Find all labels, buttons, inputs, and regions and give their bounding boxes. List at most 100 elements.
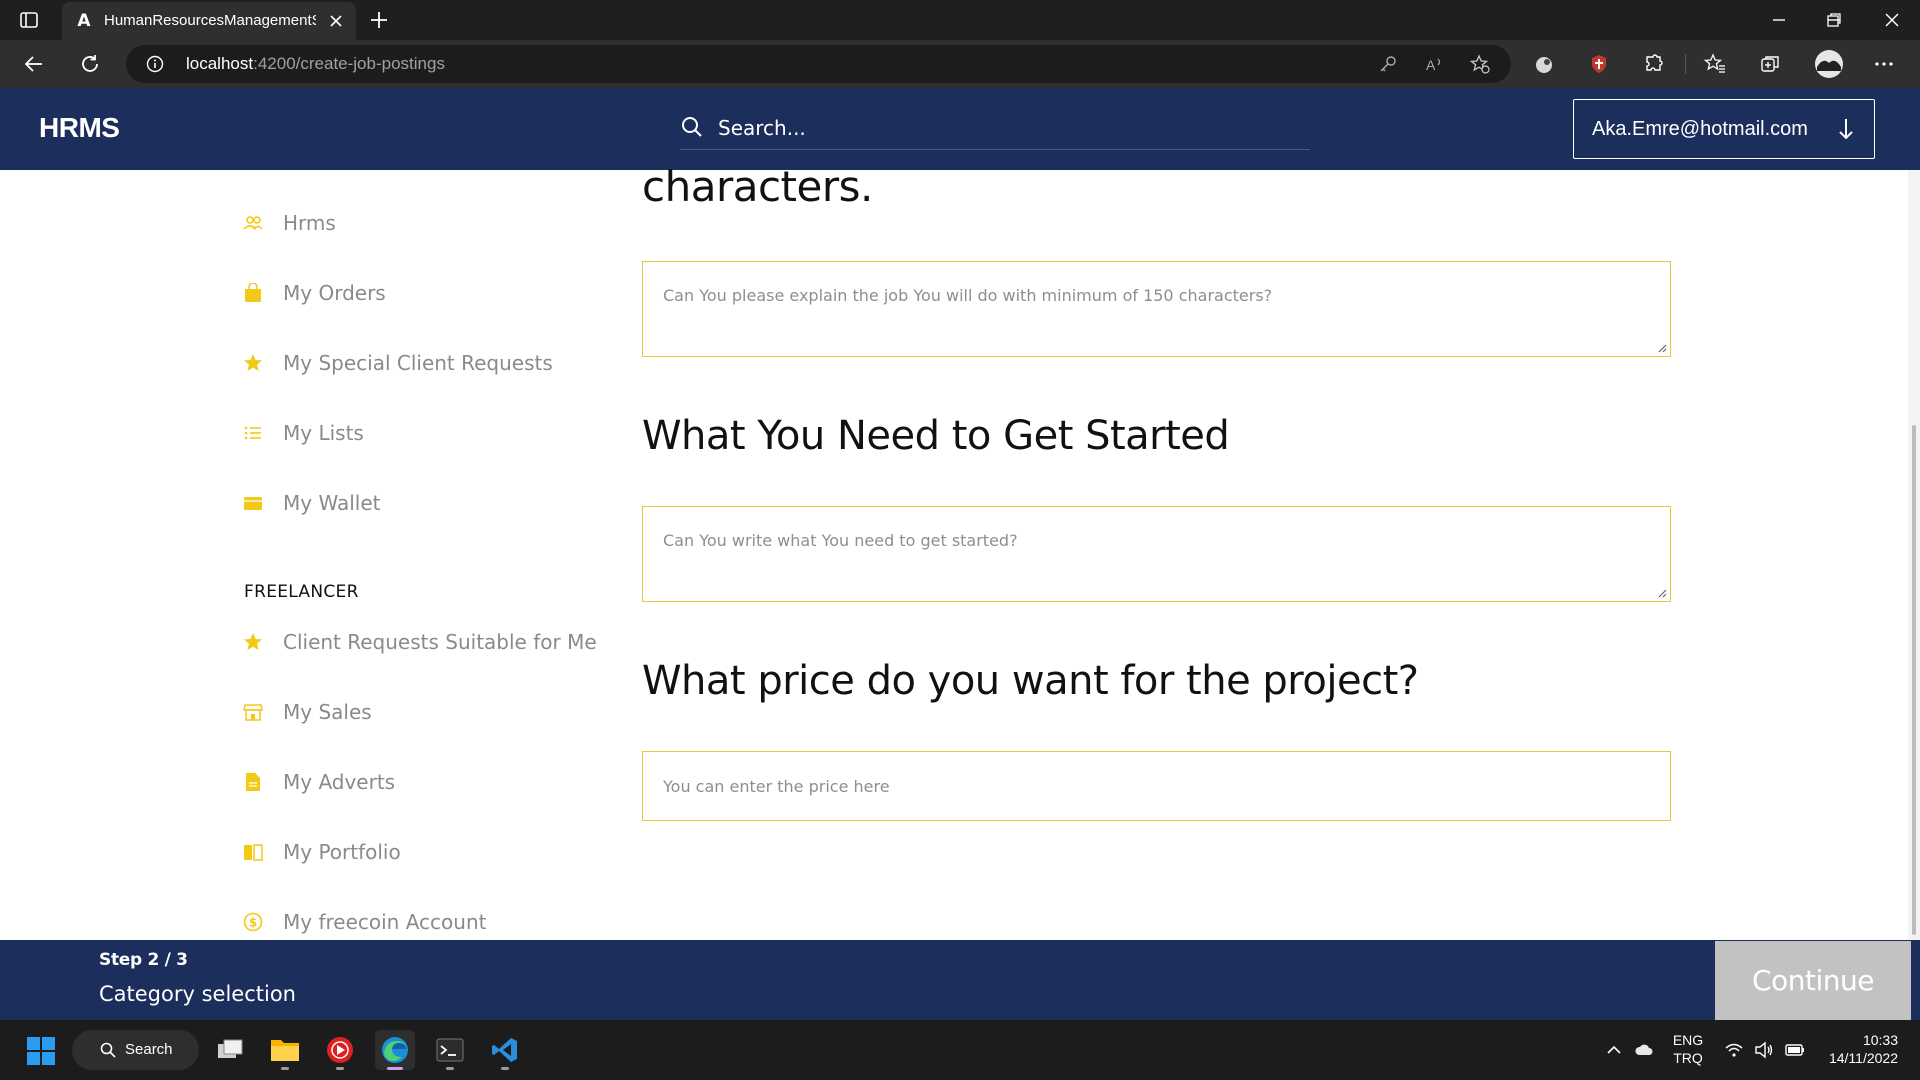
description-field — [642, 261, 1671, 357]
minimize-window-icon[interactable] — [1767, 8, 1791, 32]
cloud-icon[interactable] — [1634, 1040, 1654, 1060]
search-bar — [680, 108, 1310, 150]
search-icon — [100, 1042, 116, 1058]
sidebar-item-my-adverts[interactable]: My Adverts — [243, 767, 613, 797]
url-host: localhost — [186, 54, 254, 73]
restore-window-icon[interactable] — [1822, 8, 1846, 32]
search-icon — [682, 117, 702, 137]
sidebar-item-label: My freecoin Account — [283, 910, 487, 934]
sidebar-section-title: FREELANCER — [244, 582, 359, 602]
user-menu-button[interactable]: Aka.Emre@hotmail.com — [1573, 99, 1875, 159]
sidebar-item-my-orders[interactable]: My Orders — [243, 278, 613, 308]
play-icon — [327, 1037, 353, 1063]
sidebar-item-my-sales[interactable]: My Sales — [243, 697, 613, 727]
app-header: HRMS Aka.Emre@hotmail.com — [0, 88, 1920, 170]
tab-title: HumanResourcesManagementSy — [104, 12, 316, 29]
extension-globe-icon[interactable] — [1532, 52, 1556, 76]
resize-handle-icon[interactable] — [1657, 343, 1667, 353]
step-name: Category selection — [99, 982, 296, 1006]
close-tab-icon[interactable] — [326, 11, 346, 31]
language-code: ENG — [1672, 1032, 1704, 1048]
favorites-icon[interactable] — [1703, 52, 1727, 76]
shield-extension-icon[interactable] — [1587, 52, 1611, 76]
taskbar-vscode[interactable] — [485, 1030, 525, 1070]
sidebar-item-hrms[interactable]: Hrms — [243, 208, 613, 238]
more-options-icon[interactable] — [1872, 52, 1896, 76]
volume-icon[interactable] — [1754, 1040, 1774, 1060]
taskbar-edge[interactable] — [375, 1030, 415, 1070]
brand-logo[interactable]: HRMS — [39, 112, 120, 144]
sidebar: Hrms My Orders My Special Client Request… — [0, 170, 620, 940]
browser-tab-bar: A HumanResourcesManagementSy — [0, 0, 1920, 40]
angular-favicon-icon: A — [77, 11, 91, 31]
windows-taskbar: Search ENG TRQ 10:33 14/11/2022 — [0, 1020, 1920, 1080]
list-icon — [244, 426, 261, 440]
continue-button[interactable]: Continue — [1715, 941, 1911, 1020]
key-icon[interactable] — [1378, 54, 1398, 74]
scrollbar-thumb[interactable] — [1912, 425, 1916, 935]
windows-start-icon[interactable] — [26, 1036, 56, 1066]
sidebar-item-label: My Special Client Requests — [283, 351, 553, 375]
sidebar-item-client-requests-suitable[interactable]: Client Requests Suitable for Me — [243, 627, 613, 657]
star-icon — [244, 354, 262, 371]
search-input[interactable] — [718, 114, 1298, 142]
document-icon — [246, 773, 260, 791]
sidebar-item-label: Client Requests Suitable for Me — [283, 630, 597, 654]
arrow-down-icon — [1839, 119, 1853, 140]
running-indicator — [501, 1067, 509, 1070]
resize-handle-icon[interactable] — [1657, 588, 1667, 598]
price-input[interactable] — [643, 752, 1670, 820]
requirements-field — [642, 506, 1671, 602]
store-icon — [243, 704, 263, 721]
sidebar-item-my-portfolio[interactable]: My Portfolio — [243, 837, 613, 867]
address-bar[interactable]: localhost:4200/create-job-postings A — [126, 45, 1511, 83]
coin-icon: $ — [243, 912, 263, 932]
input-language[interactable]: ENG TRQ — [1672, 1031, 1704, 1067]
edge-browser-icon — [382, 1037, 408, 1063]
step-counter: Step 2 / 3 — [99, 950, 188, 970]
back-arrow-icon[interactable] — [22, 52, 46, 76]
taskbar-file-explorer[interactable] — [265, 1030, 305, 1070]
requirements-textarea[interactable] — [643, 507, 1670, 601]
add-favorite-icon[interactable] — [1470, 54, 1490, 74]
browser-tab[interactable]: A HumanResourcesManagementSy — [62, 2, 356, 40]
description-heading: characters. — [642, 162, 873, 211]
sidebar-item-special-client-requests[interactable]: My Special Client Requests — [243, 348, 613, 378]
battery-icon[interactable] — [1784, 1040, 1806, 1060]
star-icon — [244, 633, 262, 650]
svg-text:A: A — [1426, 57, 1436, 73]
extensions-icon[interactable] — [1642, 52, 1666, 76]
system-clock[interactable]: 10:33 14/11/2022 — [1820, 1031, 1898, 1067]
price-heading: What price do you want for the project? — [642, 658, 1419, 704]
refresh-icon[interactable] — [78, 52, 102, 76]
url-text: localhost:4200/create-job-postings — [186, 54, 445, 74]
read-aloud-icon[interactable]: A — [1424, 54, 1444, 74]
users-icon — [243, 216, 263, 230]
chevron-up-icon[interactable] — [1604, 1040, 1624, 1060]
running-indicator — [446, 1067, 454, 1070]
taskbar-media-player[interactable] — [320, 1030, 360, 1070]
sidebar-item-freecoin-account[interactable]: $ My freecoin Account — [243, 907, 613, 937]
taskbar-search-label: Search — [125, 1041, 173, 1058]
screen: A HumanResourcesManagementSy localhost:4… — [0, 0, 1920, 1080]
sidebar-item-label: Hrms — [283, 211, 336, 235]
close-window-icon[interactable] — [1880, 8, 1904, 32]
task-view-button[interactable] — [210, 1030, 250, 1070]
sidebar-item-my-lists[interactable]: My Lists — [243, 418, 613, 448]
sidebar-item-my-wallet[interactable]: My Wallet — [243, 488, 613, 518]
new-tab-icon[interactable] — [368, 9, 390, 31]
sidebar-item-label: My Lists — [283, 421, 364, 445]
shopping-bag-icon — [245, 283, 261, 302]
tab-actions-icon[interactable] — [18, 9, 40, 31]
profile-avatar-icon[interactable] — [1814, 49, 1844, 79]
sidebar-item-label: My Wallet — [283, 491, 381, 515]
collections-icon[interactable] — [1758, 52, 1782, 76]
taskbar-terminal[interactable] — [430, 1030, 470, 1070]
page-scrollbar[interactable] — [1908, 170, 1920, 940]
step-footer: Step 2 / 3 Category selection Continue — [0, 940, 1920, 1020]
site-info-icon[interactable] — [146, 55, 164, 73]
browser-toolbar: localhost:4200/create-job-postings A — [0, 40, 1920, 88]
wifi-icon[interactable] — [1724, 1040, 1744, 1060]
taskbar-search[interactable]: Search — [72, 1030, 199, 1070]
description-textarea[interactable] — [643, 262, 1670, 356]
